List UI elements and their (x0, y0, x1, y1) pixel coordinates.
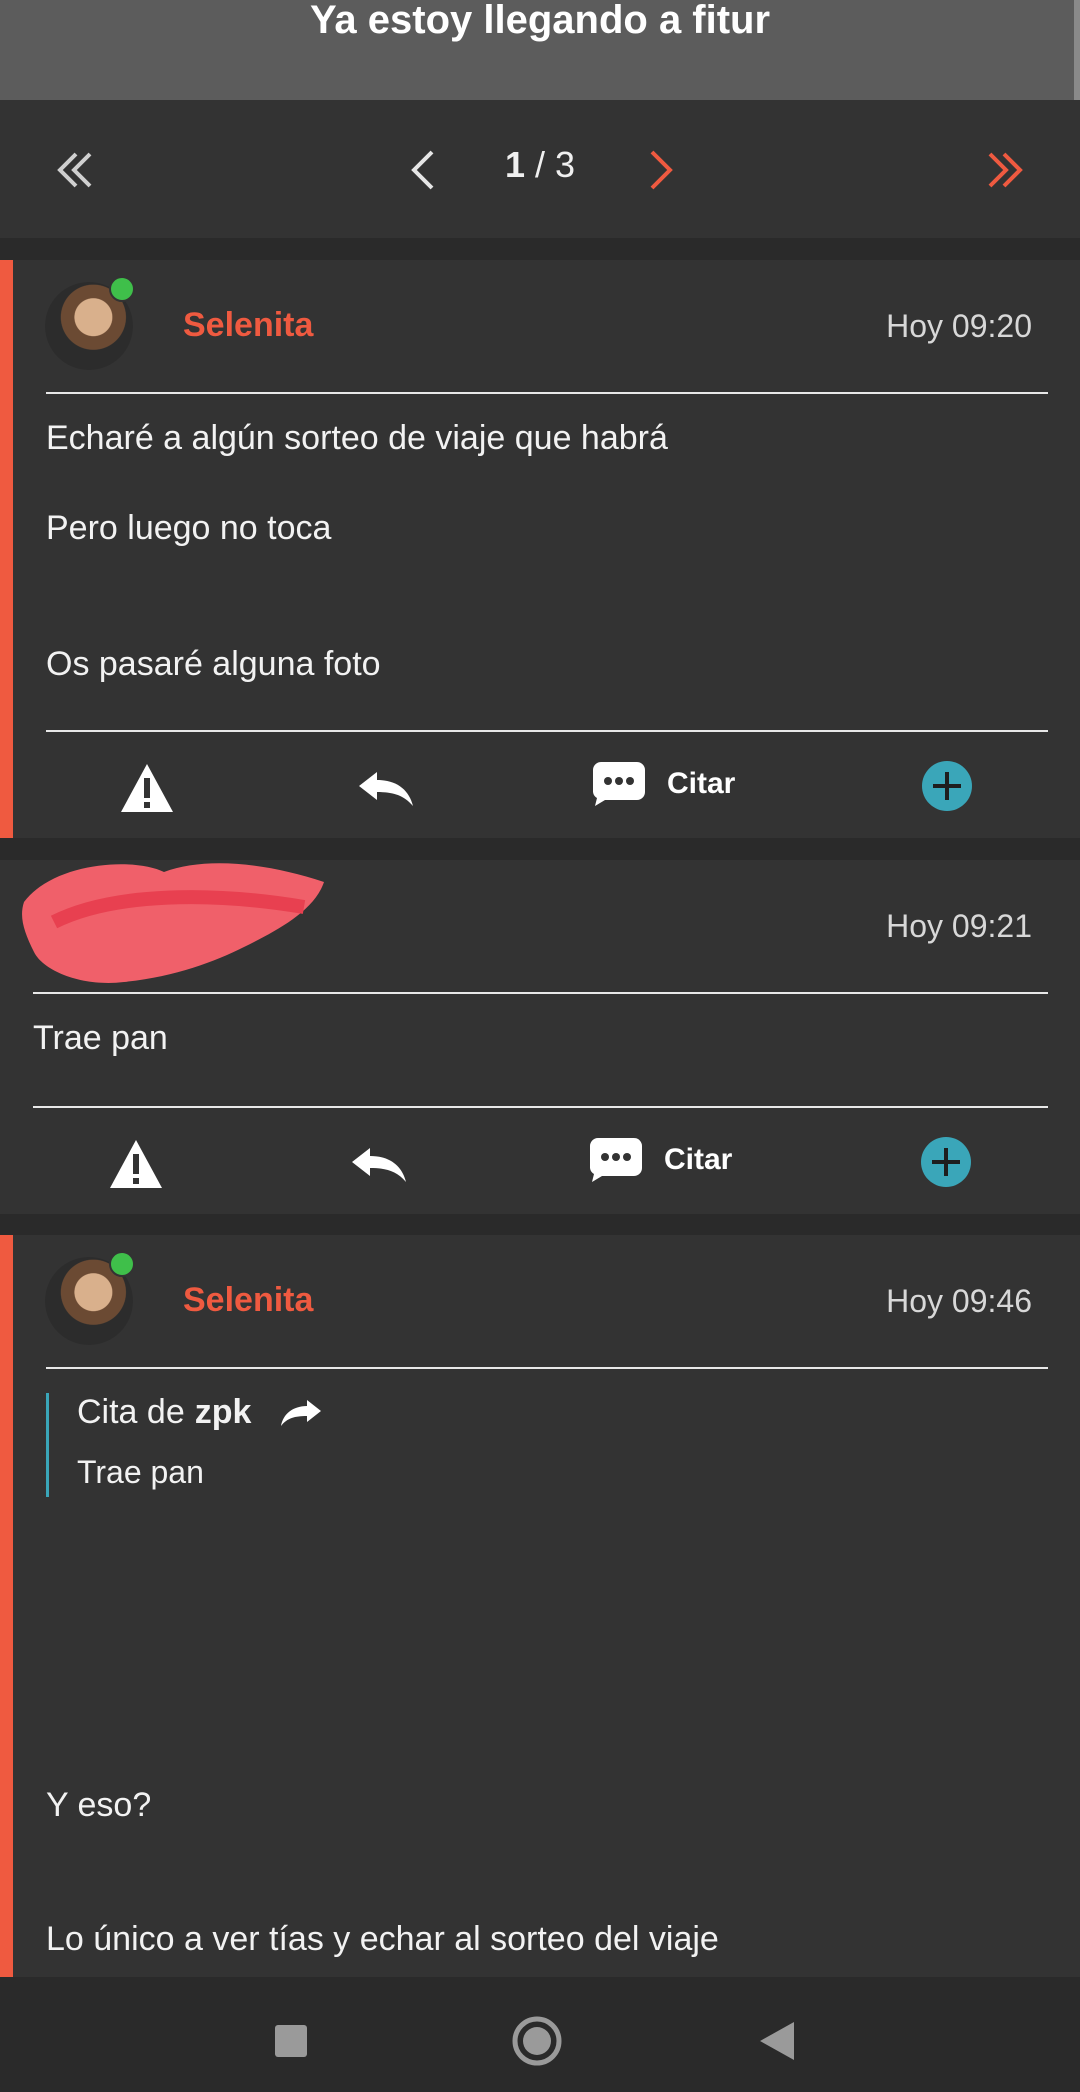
system-nav-bar (0, 1990, 1080, 2092)
post-line: Lo único a ver tías y echar al sorteo de… (46, 1920, 719, 1958)
quote-text: Trae pan (77, 1454, 204, 1490)
last-page-button[interactable] (974, 140, 1034, 200)
redaction-scribble (22, 863, 324, 983)
chat-bubble-icon (593, 762, 645, 806)
divider (46, 730, 1048, 732)
page-indicator: 1 / 3 (490, 144, 590, 186)
post: Selenita Hoy 09:20 Echaré a algún sorteo… (0, 260, 1080, 838)
report-button[interactable] (108, 1138, 164, 1190)
square-icon[interactable] (274, 2024, 308, 2058)
chevron-left-icon (411, 150, 434, 190)
quote-label: Citar (667, 767, 736, 800)
quote-block: Cita de zpk Trae pan (46, 1393, 323, 1497)
quote-header: Cita de zpk (77, 1393, 323, 1432)
post-time: Hoy 09:46 (886, 1283, 1032, 1319)
post-time: Hoy 09:20 (886, 308, 1032, 344)
double-chevron-right-icon (988, 152, 1023, 188)
go-to-quote-icon[interactable] (279, 1398, 323, 1428)
avatar[interactable] (45, 1251, 135, 1345)
reply-arrow-icon (359, 772, 413, 806)
scrollbar[interactable] (1074, 0, 1080, 100)
divider (33, 992, 1048, 994)
pagination-bar: 1 / 3 (0, 100, 1080, 238)
post-line: Y eso? (46, 1786, 152, 1824)
post-line: Os pasaré alguna foto (46, 645, 381, 683)
online-status-dot (109, 1251, 135, 1277)
report-button[interactable] (119, 762, 175, 814)
plus-circle-icon (921, 1137, 971, 1187)
chat-bubble-icon (590, 1138, 642, 1182)
post-line: Echaré a algún sorteo de viaje que habrá (46, 419, 668, 457)
post-author[interactable]: Selenita (183, 306, 313, 345)
quote-user[interactable]: zpk (195, 1393, 252, 1432)
topic-header: Ya estoy llegando a fitur (0, 0, 1080, 100)
total-pages: / 3 (535, 144, 576, 185)
next-page-button[interactable] (632, 140, 692, 200)
post: Selenita Hoy 09:46 Cita de zpk Trae pan … (0, 1235, 1080, 1977)
first-page-button[interactable] (46, 140, 106, 200)
quote-prefix: Cita de (77, 1393, 185, 1431)
avatar[interactable] (45, 276, 135, 370)
divider (46, 1367, 1048, 1369)
more-actions-button[interactable] (921, 760, 973, 812)
warning-icon (110, 1140, 162, 1188)
plus-circle-icon (922, 761, 972, 811)
post-line: Trae pan (33, 1019, 168, 1057)
home-circle-icon[interactable] (512, 2016, 562, 2066)
quote-label: Citar (664, 1143, 733, 1176)
post-line: Pero luego no toca (46, 509, 332, 547)
reply-arrow-icon (352, 1148, 406, 1182)
more-actions-button[interactable] (920, 1136, 972, 1188)
post-time: Hoy 09:21 (886, 908, 1032, 944)
double-chevron-left-icon (57, 152, 92, 188)
online-status-dot (109, 276, 135, 302)
reply-button[interactable] (350, 1144, 408, 1184)
topic-title: Ya estoy llegando a fitur (309, 0, 771, 42)
chevron-right-icon (650, 150, 673, 190)
quote-button[interactable]: Citar (588, 1136, 732, 1184)
warning-icon (121, 764, 173, 812)
prev-page-button[interactable] (392, 140, 452, 200)
divider (33, 1106, 1048, 1108)
back-triangle-icon[interactable] (758, 2020, 796, 2062)
quote-button[interactable]: Citar (591, 760, 735, 808)
current-page: 1 (504, 144, 525, 185)
divider (46, 392, 1048, 394)
reply-button[interactable] (357, 768, 415, 808)
post-author[interactable]: Selenita (183, 1281, 313, 1320)
